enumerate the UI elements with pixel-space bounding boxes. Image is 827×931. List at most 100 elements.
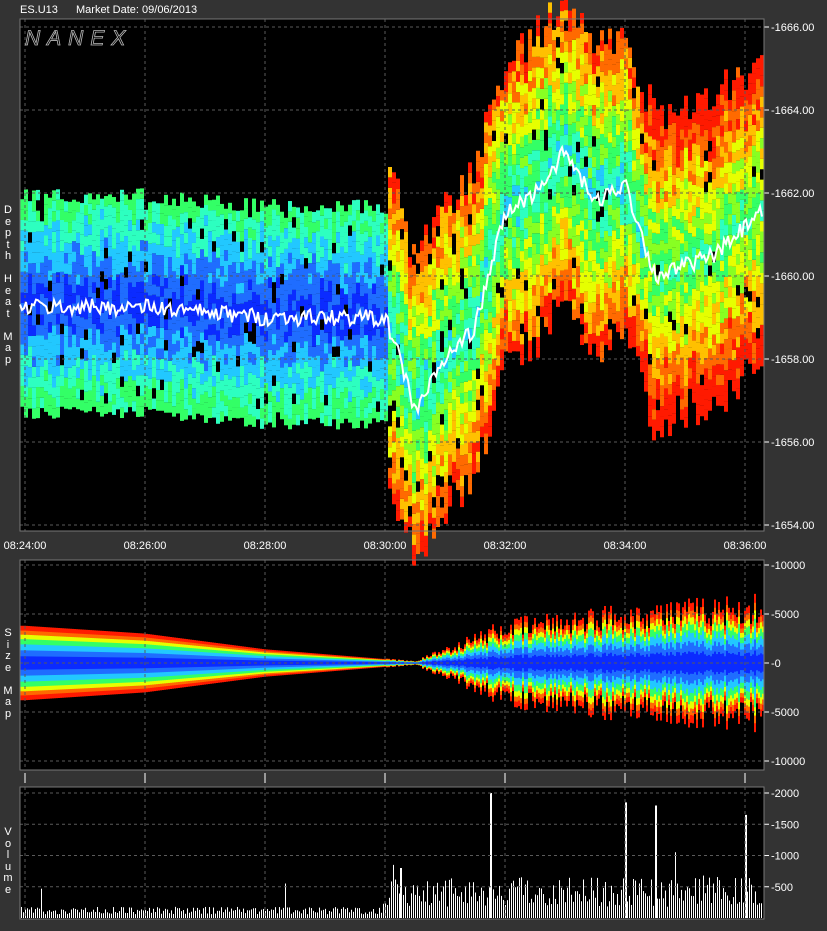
depth-heat-cell	[568, 270, 572, 281]
depth-heat-cell	[220, 338, 224, 350]
depth-heat-cell	[392, 193, 396, 204]
depth-heat-cell	[700, 312, 704, 323]
depth-heat-cell	[460, 486, 464, 497]
depth-heat-cell	[204, 381, 208, 392]
depth-heat-cell	[628, 213, 632, 224]
depth-heat-cell	[652, 305, 656, 316]
depth-heat-cell	[680, 118, 684, 130]
depth-heat-cell	[580, 137, 584, 148]
depth-heat-cell	[28, 273, 32, 285]
depth-heat-cell	[152, 284, 156, 295]
depth-heat-cell	[172, 343, 176, 355]
depth-heat-cell	[76, 284, 80, 296]
depth-heat-cell	[260, 293, 264, 305]
depth-heat-cell	[36, 304, 40, 315]
depth-heat-cell	[516, 123, 520, 134]
depth-heat-cell	[432, 486, 436, 498]
depth-heat-cell	[680, 305, 684, 317]
depth-heat-cell	[696, 134, 700, 146]
depth-heat-cell	[496, 345, 500, 356]
depth-heat-cell	[568, 93, 572, 105]
depth-heat-cell	[752, 83, 756, 94]
depth-heat-cell	[656, 285, 660, 297]
depth-heat-cell	[688, 316, 692, 327]
depth-heat-cell	[604, 96, 608, 107]
depth-heat-cell	[44, 214, 48, 226]
depth-heat-cell	[420, 250, 424, 262]
depth-heat-cell	[236, 293, 240, 305]
depth-heat-cell	[100, 406, 104, 417]
depth-heat-cell	[268, 308, 272, 319]
depth-heat-cell	[180, 254, 184, 266]
depth-heat-cell	[664, 388, 668, 399]
depth-heat-cell	[648, 208, 652, 220]
depth-heat-cell	[612, 313, 616, 324]
depth-heat-cell	[320, 277, 324, 289]
depth-heat-cell	[528, 257, 532, 268]
depth-heat-cell	[604, 44, 608, 55]
depth-heat-cell	[592, 125, 596, 137]
depth-heat-cell	[64, 388, 68, 399]
depth-heat-cell	[548, 106, 552, 117]
depth-heat-cell	[328, 405, 332, 416]
depth-heat-cell	[64, 211, 68, 223]
depth-heat-cell	[668, 404, 672, 416]
depth-heat-cell	[636, 211, 640, 222]
depth-heat-cell	[488, 166, 492, 178]
depth-heat-cell	[120, 262, 124, 273]
depth-heat-cell	[52, 387, 56, 398]
depth-heat-cell	[164, 329, 168, 341]
depth-heat-cell	[748, 177, 752, 188]
depth-heat-cell	[128, 272, 132, 283]
depth-heat-cell	[704, 243, 708, 255]
depth-heat-cell	[300, 254, 304, 265]
depth-heat-cell	[620, 308, 624, 319]
depth-heat-cell	[516, 40, 520, 51]
depth-heat-cell	[220, 286, 224, 298]
depth-heat-cell	[76, 326, 80, 337]
depth-heat-cell	[608, 173, 612, 185]
depth-heat-cell	[276, 360, 280, 371]
depth-heat-cell	[512, 123, 516, 134]
depth-heat-cell	[576, 183, 580, 194]
depth-heat-cell	[332, 398, 336, 409]
depth-heat-cell	[568, 197, 572, 208]
depth-heat-cell	[532, 295, 536, 306]
depth-heat-cell	[440, 320, 444, 332]
depth-heat-cell	[752, 187, 756, 198]
depth-heat-cell	[244, 333, 248, 344]
depth-heat-cell	[368, 205, 372, 217]
depth-heat-cell	[88, 348, 92, 360]
depth-heat-cell	[68, 201, 72, 213]
depth-heat-cell	[656, 202, 660, 214]
depth-heat-cell	[520, 105, 524, 117]
depth-heat-cell	[672, 174, 676, 186]
depth-heat-cell	[72, 272, 76, 283]
depth-heat-cell	[512, 102, 516, 113]
depth-heat-cell	[588, 271, 592, 283]
depth-heat-cell	[512, 91, 516, 103]
depth-heat-cell	[404, 262, 408, 274]
depth-heat-cell	[612, 53, 616, 65]
depth-heat-cell	[696, 342, 700, 353]
depth-heat-cell	[460, 226, 464, 238]
depth-heat-cell	[448, 226, 452, 237]
depth-heat-cell	[604, 293, 608, 304]
depth-heat-cell	[760, 262, 764, 273]
depth-heat-cell	[184, 212, 188, 223]
depth-heat-cell	[528, 205, 532, 217]
depth-heat-cell	[748, 94, 752, 105]
depth-heat-cell	[484, 205, 488, 216]
depth-heat-cell	[184, 222, 188, 233]
depth-heat-cell	[608, 142, 612, 154]
depth-heat-cell	[740, 272, 744, 283]
depth-heat-cell	[240, 210, 244, 221]
depth-heat-cell	[760, 189, 764, 201]
depth-heat-cell	[252, 229, 256, 241]
depth-heat-cell	[480, 343, 484, 355]
depth-heat-cell	[32, 263, 36, 274]
depth-heat-cell	[44, 204, 48, 215]
depth-heat-cell	[104, 320, 108, 331]
depth-heat-cell	[528, 50, 532, 61]
depth-heat-cell	[72, 282, 76, 294]
